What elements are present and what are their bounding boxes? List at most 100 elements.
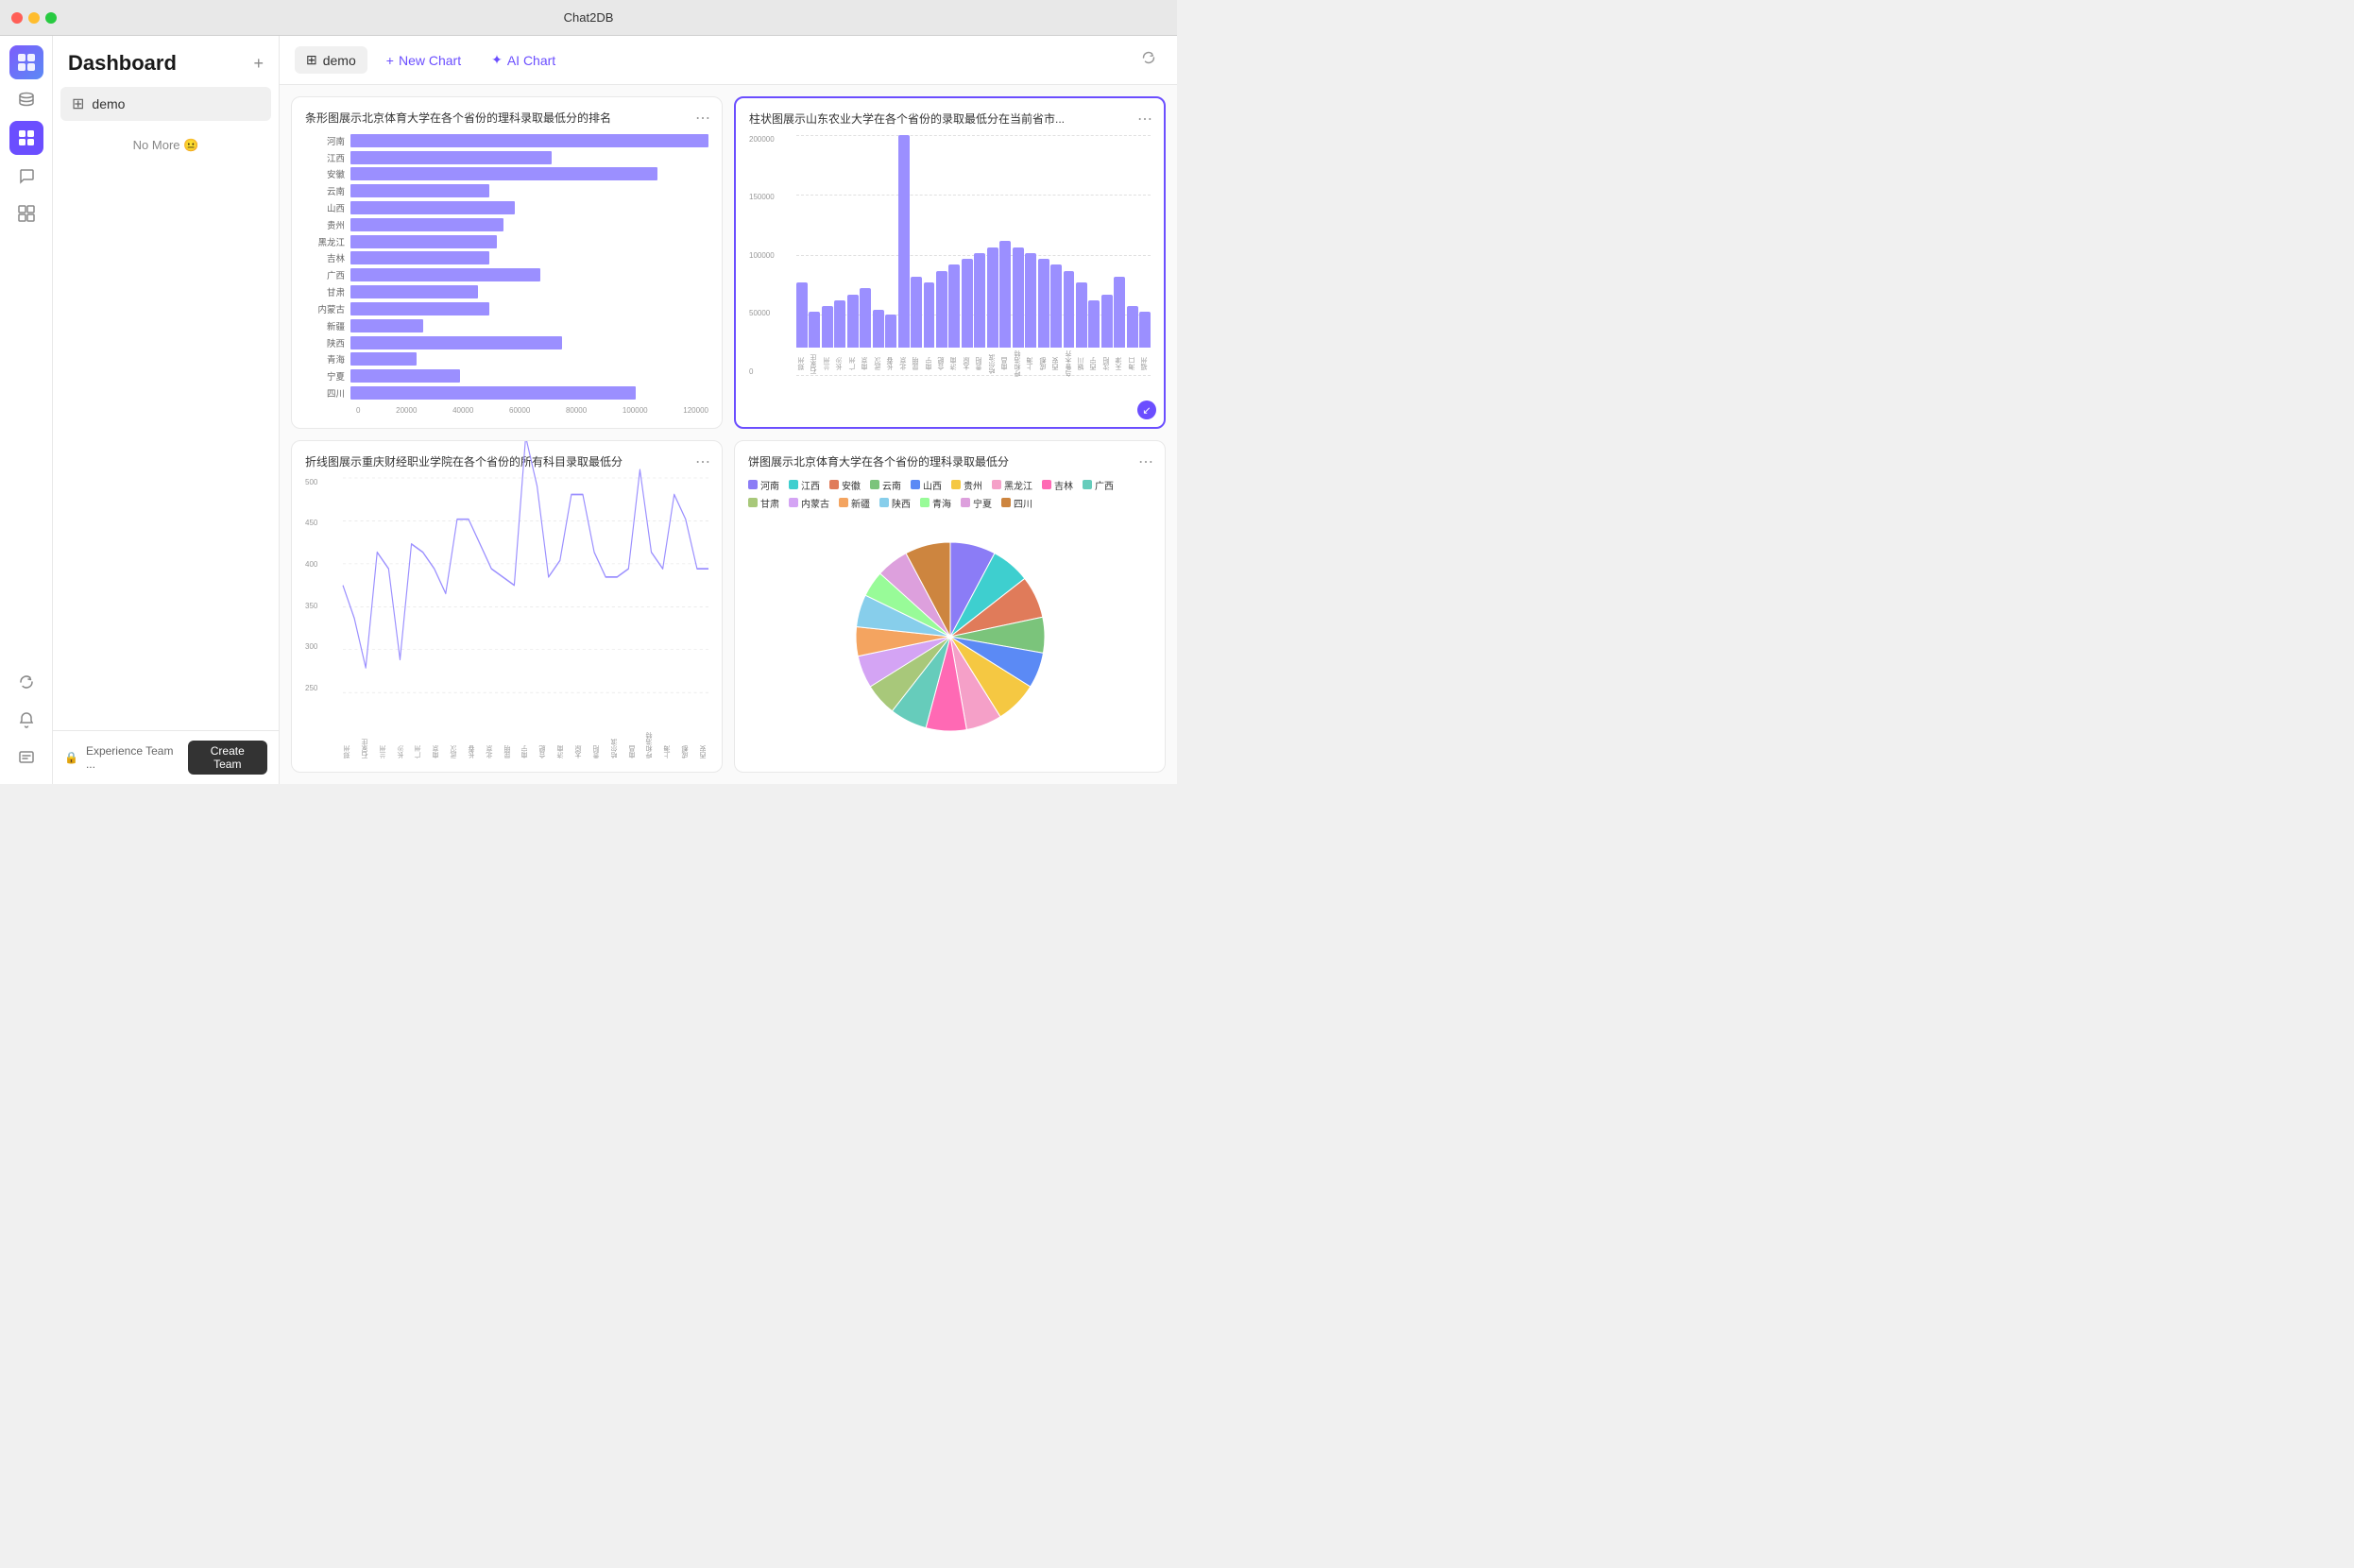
- bar-v-item: [948, 264, 960, 348]
- legend-color: [951, 480, 961, 489]
- refresh-icon[interactable]: [9, 665, 43, 699]
- tab-label: demo: [323, 53, 356, 68]
- bar-h-row: 安徽: [305, 167, 708, 180]
- bar-label: 广西: [305, 268, 350, 281]
- bar-fill: [350, 134, 708, 147]
- ai-chart-label: AI Chart: [507, 53, 555, 68]
- chart-card-1: 条形图展示北京体育大学在各个省份的理科录取最低分的排名 ⋯ 河南 江西 安徽: [291, 96, 723, 429]
- bar-fill: [350, 369, 460, 383]
- y-labels: 250300350400450500: [305, 478, 317, 692]
- chart-title-1: 条形图展示北京体育大学在各个省份的理科录取最低分的排名: [305, 111, 708, 127]
- bar-v-item: [1038, 259, 1049, 348]
- chart-body-3: 250300350400450500 郑州石家庄兰州长沙广州南京武汉长春北京昆明…: [305, 478, 708, 758]
- logo-icon[interactable]: [9, 45, 43, 79]
- legend-item: 宁夏: [961, 496, 992, 510]
- main-content: ⊞ demo + New Chart ✦ AI Chart 条形图展示北京体育大…: [280, 36, 1177, 784]
- extension-icon[interactable]: [9, 196, 43, 230]
- bar-v-item: [1127, 306, 1138, 348]
- message-icon[interactable]: [9, 741, 43, 775]
- bar-v-item: [834, 300, 845, 348]
- bar-label: 陕西: [305, 336, 350, 349]
- demo-tab[interactable]: ⊞ demo: [295, 46, 367, 74]
- sidebar-icons: [0, 36, 53, 784]
- bar-h-row: 山西: [305, 201, 708, 214]
- new-chart-label: New Chart: [399, 53, 461, 68]
- left-panel-bottom: 🔒 Experience Team ... Create Team: [53, 730, 279, 784]
- bar-v-item: [987, 247, 998, 348]
- legend-item: 四川: [1001, 496, 1032, 510]
- bar-h-row: 新疆: [305, 319, 708, 332]
- legend-color: [1083, 480, 1092, 489]
- traffic-lights: [11, 12, 57, 24]
- line-svg: [343, 478, 708, 692]
- bar-h-row: 江西: [305, 151, 708, 164]
- bar-label: 新疆: [305, 319, 350, 332]
- chart-body-2: 050000100000150000200000郑州石家庄兰州长沙广州南京武汉长…: [749, 135, 1151, 414]
- database-icon[interactable]: [9, 83, 43, 117]
- card-indicator: ↙: [1137, 401, 1156, 419]
- bar-label: 青海: [305, 352, 350, 366]
- dashboard-icon[interactable]: [9, 121, 43, 155]
- chat-icon[interactable]: [9, 159, 43, 193]
- new-chart-button[interactable]: + New Chart: [375, 47, 472, 74]
- bar-label: 吉林: [305, 251, 350, 264]
- chart-menu-4[interactable]: ⋯: [1138, 452, 1153, 471]
- bar-label: 云南: [305, 184, 350, 197]
- refresh-button[interactable]: [1135, 44, 1162, 76]
- tab-icon: ⊞: [306, 52, 317, 68]
- chart-card-4: 饼图展示北京体育大学在各个省份的理科录取最低分 ⋯ 河南 江西 安徽 云南 山西…: [734, 440, 1166, 773]
- chart-menu-2[interactable]: ⋯: [1137, 110, 1152, 128]
- window-title: Chat2DB: [564, 10, 614, 25]
- add-dashboard-button[interactable]: +: [253, 54, 264, 74]
- maximize-button[interactable]: [45, 12, 57, 24]
- close-button[interactable]: [11, 12, 23, 24]
- legend-item: 安徽: [829, 478, 861, 492]
- bars-container: [796, 135, 1151, 348]
- pie-container: 河南 江西 安徽 云南 山西 贵州 黑龙江 吉林 广西 甘肃: [748, 478, 1151, 758]
- chart-card-3: 折线图展示重庆财经职业学院在各个省份的所有科目录取最低分 ⋯ 250300350…: [291, 440, 723, 773]
- bar-fill: [350, 336, 562, 349]
- charts-grid: 条形图展示北京体育大学在各个省份的理科录取最低分的排名 ⋯ 河南 江西 安徽: [280, 85, 1177, 784]
- legend-item: 贵州: [951, 478, 982, 492]
- bar-v-item: [1064, 271, 1075, 348]
- bar-fill: [350, 386, 636, 400]
- bar-v-item: [1050, 264, 1062, 348]
- ai-chart-button[interactable]: ✦ AI Chart: [480, 46, 567, 74]
- bar-h-row: 内蒙古: [305, 302, 708, 315]
- bar-h-row: 甘肃: [305, 285, 708, 298]
- x-labels: 郑州石家庄兰州长沙广州南京武汉长春北京昆明南宁合肥济南太原贵阳哈尔滨南昌呼和浩特…: [796, 348, 1151, 381]
- team-text: Experience Team ...: [86, 744, 180, 771]
- chart-title-2: 柱状图展示山东农业大学在各个省份的录取最低分在当前省市...: [749, 111, 1151, 128]
- legend-color: [789, 498, 798, 507]
- legend-item: 黑龙江: [992, 478, 1032, 492]
- bar-label: 宁夏: [305, 369, 350, 383]
- chart-menu-1[interactable]: ⋯: [695, 109, 710, 128]
- chart-menu-3[interactable]: ⋯: [695, 452, 710, 471]
- minimize-button[interactable]: [28, 12, 40, 24]
- bar-h-row: 四川: [305, 386, 708, 400]
- bar-v-item: [822, 306, 833, 348]
- legend-item: 新疆: [839, 496, 870, 510]
- bell-icon[interactable]: [9, 703, 43, 737]
- bar-fill: [350, 167, 657, 180]
- bar-v-item: [1025, 253, 1036, 348]
- bar-label: 安徽: [305, 167, 350, 180]
- bar-v-item: [796, 282, 808, 348]
- bar-fill: [350, 184, 489, 197]
- sidebar-item-demo[interactable]: ⊞ demo: [60, 87, 271, 121]
- bar-h-row: 贵州: [305, 218, 708, 231]
- bar-v-item: [1088, 300, 1100, 348]
- chart-card-2: 柱状图展示山东农业大学在各个省份的录取最低分在当前省市... ⋯ 0500001…: [734, 96, 1166, 429]
- legend-item: 山西: [911, 478, 942, 492]
- legend-color: [748, 480, 758, 489]
- bar-v-item: [873, 310, 884, 348]
- team-icon: 🔒: [64, 751, 78, 764]
- sparkle-icon: ✦: [491, 52, 503, 68]
- x-axis: 020000400006000080000100000120000: [356, 402, 708, 415]
- legend-item: 青海: [920, 496, 951, 510]
- pie-area: [748, 516, 1151, 758]
- bar-h-row: 宁夏: [305, 369, 708, 383]
- create-team-button[interactable]: Create Team: [188, 741, 267, 775]
- legend-color: [961, 498, 970, 507]
- bar-label: 河南: [305, 134, 350, 147]
